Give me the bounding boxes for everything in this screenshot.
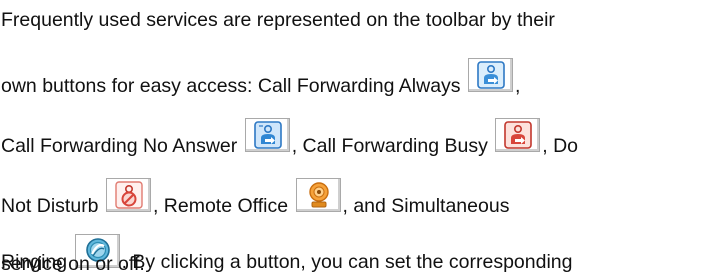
paragraph-text: own buttons for easy access: Call Forwar… xyxy=(1,75,461,97)
paragraph-text: . By clicking a button, you can set the … xyxy=(121,251,573,273)
remote-office-icon xyxy=(308,182,329,208)
do-not-disturb-button[interactable] xyxy=(105,178,151,212)
call-forwarding-busy-icon xyxy=(504,121,533,149)
call-forwarding-no-answer-button[interactable] xyxy=(244,118,290,152)
paragraph-text: Frequently used services are represented… xyxy=(1,9,555,31)
paragraph-text: , Do xyxy=(542,135,579,157)
call-forwarding-always-icon xyxy=(477,61,505,89)
paragraph-text: , Remote Office xyxy=(152,195,289,217)
remote-office-button[interactable] xyxy=(295,178,341,212)
paragraph-line-6: service on or off. xyxy=(1,254,145,274)
section-heading-fragment xyxy=(290,0,450,1)
paragraph-line-3: Call Forwarding No Answer , Call Forward… xyxy=(1,118,578,158)
paragraph-text: Not Disturb xyxy=(1,195,99,217)
paragraph-text: , xyxy=(514,75,521,97)
paragraph-line-4: Not Disturb , Remote Office , and Simult… xyxy=(1,178,509,218)
call-forwarding-busy-button[interactable] xyxy=(495,118,541,152)
paragraph-text: service on or off. xyxy=(1,253,145,275)
paragraph-text: , and Simultaneous xyxy=(342,195,510,217)
paragraph-line-1: Frequently used services are represented… xyxy=(1,8,555,32)
paragraph-text: , Call Forwarding Busy xyxy=(291,135,488,157)
paragraph-text: Call Forwarding No Answer xyxy=(1,135,238,157)
paragraph-line-2: own buttons for easy access: Call Forwar… xyxy=(1,58,520,98)
call-forwarding-no-answer-icon xyxy=(253,121,282,149)
do-not-disturb-icon xyxy=(115,181,143,209)
call-forwarding-always-button[interactable] xyxy=(467,58,513,92)
